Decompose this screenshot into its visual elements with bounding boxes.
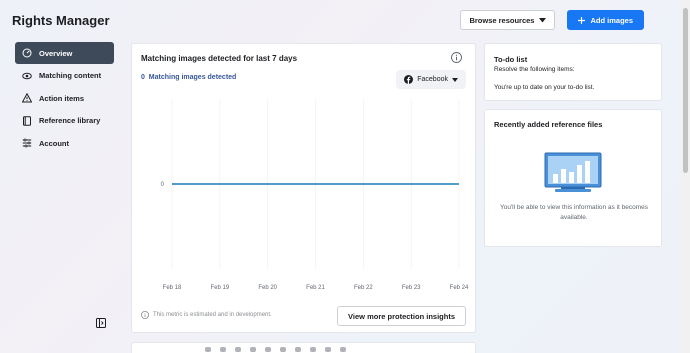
reference-message: You'll be able to view this information … <box>499 204 649 221</box>
reference-files-card: Recently added reference files You'll be… <box>484 109 662 247</box>
monitor-chart-illustration <box>544 152 602 192</box>
todo-title: To-do list <box>494 55 528 64</box>
info-icon <box>141 311 149 319</box>
x-tick-label: Feb 21 <box>306 285 325 291</box>
x-tick-label: Feb 19 <box>210 285 229 291</box>
reference-title: Recently added reference files <box>494 120 603 129</box>
taskbar-app-icon[interactable] <box>265 347 271 352</box>
eye-icon <box>22 71 32 81</box>
page-title: Rights Manager <box>12 13 110 28</box>
scrollbar-thumb[interactable] <box>683 8 688 173</box>
sidebar-nav: Overview Matching content Action items R… <box>15 42 114 155</box>
caret-down-icon <box>539 17 547 22</box>
todo-subtitle: Resolve the following items: <box>494 66 575 73</box>
todo-card: To-do list Resolve the following items: … <box>484 43 662 101</box>
sidebar-item-account[interactable]: Account <box>15 132 114 154</box>
x-tick-label: Feb 24 <box>450 285 469 291</box>
browse-resources-label: Browse resources <box>469 15 535 25</box>
add-images-button[interactable]: Add images <box>567 10 644 30</box>
metric-footnote: This metric is estimated and in developm… <box>141 311 272 319</box>
sidebar-item-action-items[interactable]: Action items <box>15 87 114 109</box>
header-actions: Browse resources Add images <box>460 10 644 30</box>
taskbar-app-icon[interactable] <box>235 347 241 352</box>
plus-icon <box>578 16 586 24</box>
sidebar-item-label: Account <box>39 138 69 148</box>
sidebar-item-label: Reference library <box>39 116 101 125</box>
page-scrollbar[interactable] <box>681 0 690 353</box>
x-tick-label: Feb 18 <box>163 285 182 291</box>
taskbar-app-icon[interactable] <box>205 347 211 352</box>
collapse-sidebar-icon[interactable] <box>96 315 106 328</box>
sidebar-item-label: Action items <box>39 93 85 103</box>
taskbar-app-icon[interactable] <box>325 347 331 352</box>
browse-resources-button[interactable]: Browse resources <box>460 10 556 30</box>
speedometer-icon <box>22 48 32 58</box>
taskbar-app-icon[interactable] <box>280 347 286 352</box>
matching-images-chart: 0 Feb 18 Feb 19 Feb 20 Feb 21 Feb 22 Feb 23 Feb… <box>161 99 469 291</box>
taskbar-app-icon[interactable] <box>250 347 256 352</box>
y-tick-label: 0 <box>161 182 165 188</box>
x-tick-label: Feb 23 <box>402 285 421 291</box>
settings-list-icon <box>22 138 32 148</box>
taskbar-strip <box>205 347 475 353</box>
sidebar-item-matching-content[interactable]: Matching content <box>15 65 114 87</box>
todo-status: You're up to date on your to-do list. <box>494 84 595 91</box>
taskbar-app-icon[interactable] <box>310 347 316 352</box>
matching-images-card: Matching images detected for last 7 days… <box>131 43 476 333</box>
add-images-label: Add images <box>590 15 633 25</box>
x-tick-label: Feb 22 <box>354 285 373 291</box>
view-insights-button[interactable]: View more protection insights <box>337 306 466 326</box>
taskbar-app-icon[interactable] <box>220 347 226 352</box>
footnote-text: This metric is estimated and in developm… <box>153 312 272 318</box>
warning-icon <box>22 93 32 103</box>
sidebar-item-label: Overview <box>39 48 73 58</box>
sidebar-item-label: Matching content <box>39 71 102 80</box>
book-icon <box>22 115 32 126</box>
x-tick-label: Feb 20 <box>258 285 277 291</box>
sidebar-item-overview[interactable]: Overview <box>15 42 114 64</box>
taskbar-app-icon[interactable] <box>340 347 346 352</box>
sidebar-item-reference-library[interactable]: Reference library <box>15 110 114 132</box>
taskbar-app-icon[interactable] <box>295 347 301 352</box>
